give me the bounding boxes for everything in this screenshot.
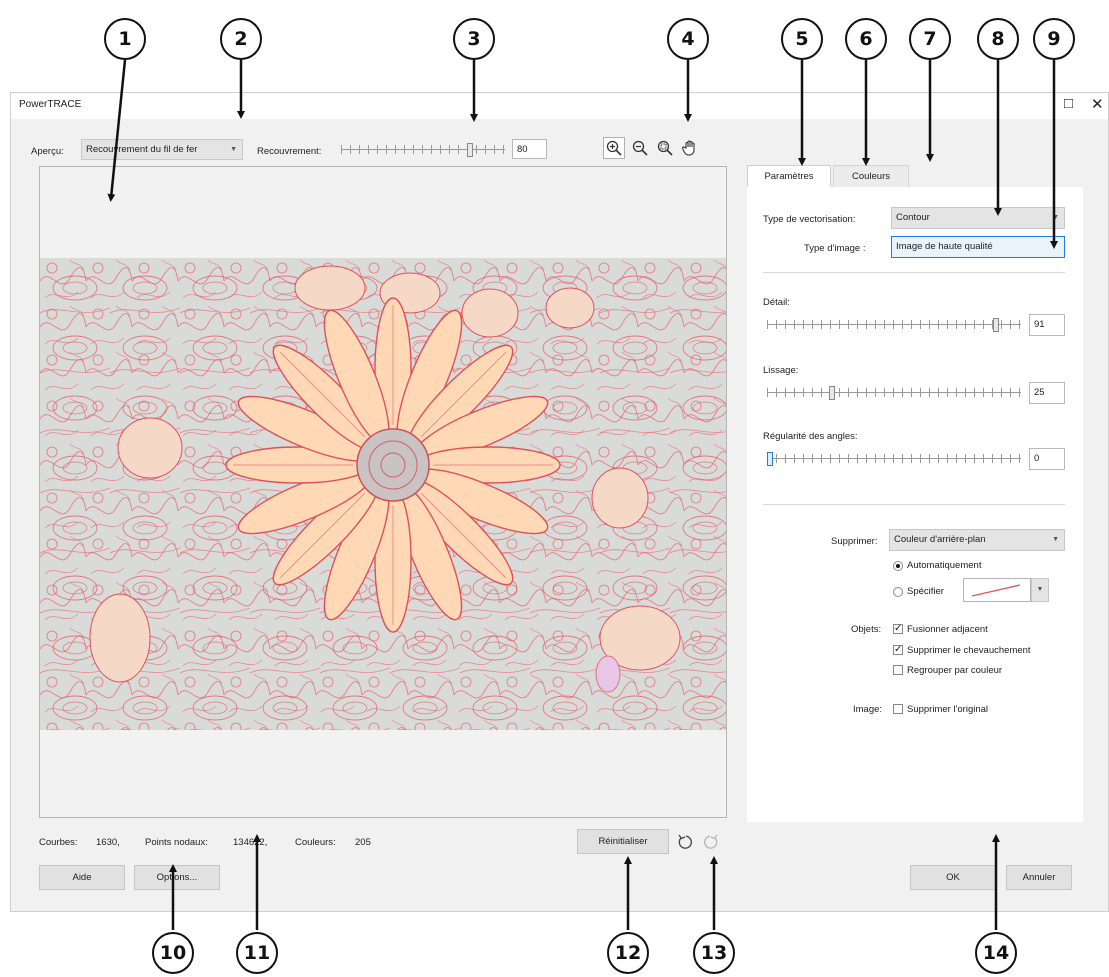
merge-adjacent-label: Fusionner adjacent [907,624,988,635]
nodes-value: 134622, [233,837,268,848]
callout-3: 3 [453,18,495,60]
zoom-in-icon[interactable] [603,137,625,159]
curves-value: 1630, [96,837,120,848]
titlebar: PowerTRACE □ ✕ [11,93,1108,119]
preview-dropdown-value: Recouvrement du fil de fer [86,144,198,155]
preview-window[interactable] [39,166,727,818]
callout-13: 13 [693,932,735,974]
detail-slider-thumb[interactable] [993,318,999,332]
remove-overlap-checkbox[interactable]: ✓ [893,645,903,655]
callout-14: 14 [975,932,1017,974]
tab-settings[interactable]: Paramètres [747,165,831,187]
auto-radio[interactable] [893,561,903,571]
traced-image-preview [40,258,726,730]
overlay-value-input[interactable]: 80 [512,139,547,159]
callout-6: 6 [845,18,887,60]
callout-9: 9 [1033,18,1075,60]
close-icon[interactable]: ✕ [1091,95,1104,113]
group-by-color-label: Regrouper par couleur [907,665,1003,676]
smoothing-value-input[interactable]: 25 [1029,382,1065,404]
options-button[interactable]: Options... [134,865,220,890]
smoothing-slider[interactable] [767,386,1021,400]
chevron-down-icon: ▼ [230,146,237,153]
detail-value-input[interactable]: 91 [1029,314,1065,336]
maximize-icon[interactable]: □ [1064,95,1073,112]
corner-smoothness-slider-thumb[interactable] [767,452,773,466]
callout-8: 8 [977,18,1019,60]
image-type-value: Image de haute qualité [896,241,993,252]
overlay-slider[interactable] [341,143,505,157]
objects-label: Objets: [851,624,882,635]
remove-value: Couleur d'arrière-plan [894,534,986,545]
reset-button[interactable]: Réinitialiser [577,829,669,854]
corner-smoothness-value-input[interactable]: 0 [1029,448,1065,470]
specify-label: Spécifier [907,586,944,597]
callout-2: 2 [220,18,262,60]
detail-slider[interactable] [767,318,1021,332]
tab-colors[interactable]: Couleurs [833,165,909,187]
preview-dropdown[interactable]: Recouvrement du fil de fer ▼ [81,139,243,160]
pan-hand-icon[interactable] [679,137,701,159]
color-swatch[interactable] [963,578,1031,602]
chevron-down-icon: ▼ [1052,214,1059,221]
powertrace-window: PowerTRACE □ ✕ Aperçu: Recouvrement du f… [10,92,1109,912]
image-label: Image: [853,704,883,715]
trace-type-dropdown[interactable]: Contour ▼ [891,207,1065,229]
remove-label: Supprimer: [831,536,878,547]
cancel-button[interactable]: Annuler [1006,865,1072,890]
ok-button[interactable]: OK [910,865,996,890]
traced-flower-illustration [40,258,726,730]
settings-panel: Type de vectorisation: Contour ▼ Type d'… [747,187,1083,822]
redo-icon[interactable] [700,831,722,853]
auto-label: Automatiquement [907,560,982,571]
callout-12: 12 [607,932,649,974]
curves-label: Courbes: [39,837,78,848]
chevron-down-icon: ▼ [1052,536,1059,543]
preview-label: Aperçu: [31,146,64,157]
overlay-slider-thumb[interactable] [467,143,473,157]
overlay-label: Recouvrement: [257,146,322,157]
remove-overlap-label: Supprimer le chevauchement [907,645,1031,656]
colors-label: Couleurs: [295,837,336,848]
callout-10: 10 [152,932,194,974]
help-button[interactable]: Aide [39,865,125,890]
corner-smoothness-slider[interactable] [767,452,1021,466]
undo-icon[interactable] [674,831,696,853]
callout-1: 1 [104,18,146,60]
divider [763,504,1065,505]
zoom-out-icon[interactable] [629,137,651,159]
divider [763,272,1065,273]
smoothing-slider-thumb[interactable] [829,386,835,400]
image-type-label: Type d'image : [804,243,866,254]
nodes-label: Points nodaux: [145,837,208,848]
delete-original-checkbox[interactable] [893,704,903,714]
flower [225,297,561,633]
trace-type-value: Contour [896,212,930,223]
callout-4: 4 [667,18,709,60]
zoom-fit-icon[interactable] [654,137,676,159]
remove-dropdown[interactable]: Couleur d'arrière-plan ▼ [889,529,1065,551]
colors-value: 205 [355,837,371,848]
detail-label: Détail: [763,297,790,308]
line-color-preview [971,584,1021,597]
smoothing-label: Lissage: [763,365,799,376]
chevron-down-icon: ▼ [1036,586,1044,593]
window-title: PowerTRACE [19,99,82,110]
callout-7: 7 [909,18,951,60]
corner-smoothness-label: Régularité des angles: [763,431,858,442]
delete-original-label: Supprimer l'original [907,704,989,715]
callout-11: 11 [236,932,278,974]
callout-5: 5 [781,18,823,60]
merge-adjacent-checkbox[interactable]: ✓ [893,624,903,634]
color-swatch-dropdown[interactable]: ▼ [1031,578,1049,602]
trace-type-label: Type de vectorisation: [763,214,856,225]
group-by-color-checkbox[interactable] [893,665,903,675]
specify-radio[interactable] [893,587,903,597]
image-type-dropdown[interactable]: Image de haute qualité [891,236,1065,258]
